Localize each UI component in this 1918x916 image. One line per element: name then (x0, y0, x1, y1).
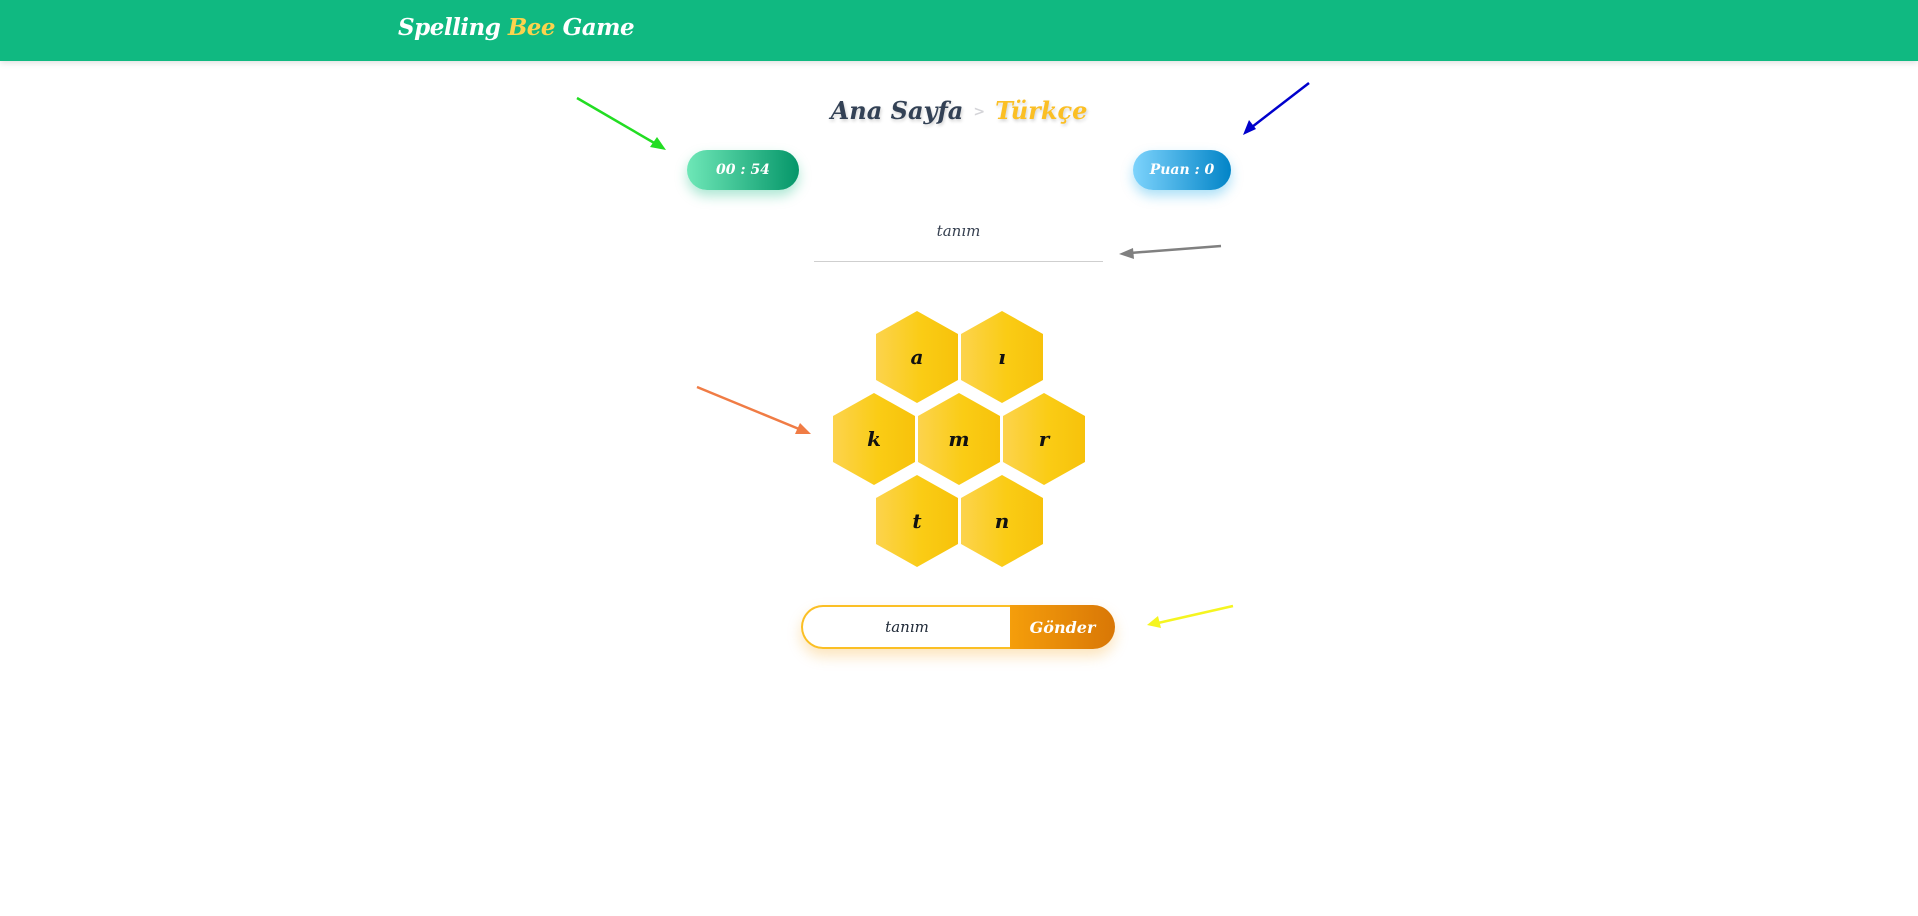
timer-annotation-arrow (576, 96, 666, 150)
word-annotation-arrow (1119, 244, 1222, 259)
hive-annotation-arrow (696, 385, 811, 434)
form-annotation-arrow (1147, 604, 1234, 628)
annotation-layer (576, 82, 1310, 628)
score-annotation-arrow (1243, 82, 1310, 135)
